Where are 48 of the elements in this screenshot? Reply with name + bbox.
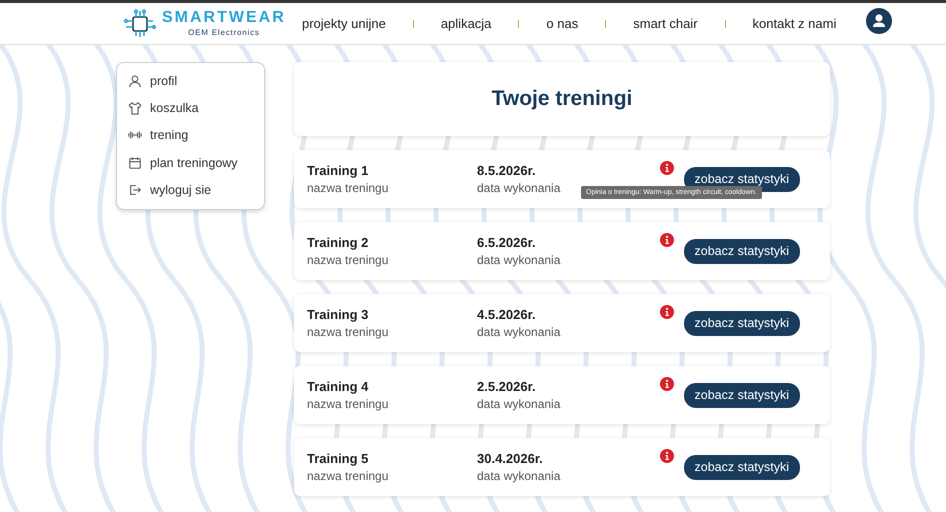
training-label: nazwa treningu — [307, 253, 388, 267]
sidebar-menu-item[interactable]: profil — [117, 67, 264, 94]
info-icon[interactable] — [660, 449, 674, 463]
nav-link[interactable]: kontakt z nami — [752, 16, 836, 31]
date-label: data wykonania — [477, 181, 560, 195]
training-label: nazwa treningu — [307, 325, 388, 339]
training-name: Training 1 — [307, 163, 368, 178]
view-statistics-button[interactable]: zobacz statystyki — [684, 454, 800, 480]
info-icon[interactable] — [660, 161, 674, 175]
page-title: Twoje treningi — [492, 87, 632, 111]
date-label: data wykonania — [477, 325, 560, 339]
user-icon — [128, 74, 142, 88]
training-label: nazwa treningu — [307, 181, 388, 195]
nav-link[interactable]: smart chair — [633, 16, 698, 31]
nav-link[interactable]: projekty unijne — [302, 16, 386, 31]
sidebar-menu-item[interactable]: wyloguj sie — [117, 176, 264, 204]
training-date: 8.5.2026r. — [477, 163, 536, 178]
nav-link[interactable]: aplikacja — [440, 16, 492, 31]
shirt-icon — [128, 100, 142, 115]
training-name: Training 3 — [307, 307, 368, 322]
brand-name: SMARTWEAR — [162, 10, 286, 26]
chip-logo-icon — [124, 8, 156, 38]
training-date: 4.5.2026r. — [477, 307, 536, 322]
date-label: data wykonania — [477, 469, 560, 483]
brand-tagline: OEM Electronics — [187, 28, 261, 37]
sidebar-menu-item[interactable]: koszulka — [117, 94, 264, 122]
training-name: Training 2 — [307, 235, 368, 250]
training-label: nazwa treningu — [307, 397, 388, 411]
user-avatar-icon[interactable] — [866, 8, 892, 34]
info-icon[interactable] — [660, 377, 674, 391]
view-statistics-button[interactable]: zobacz statystyki — [684, 310, 800, 336]
training-date: 30.4.2026r. — [477, 451, 543, 466]
nav-link[interactable]: o nas — [546, 16, 578, 31]
logout-icon — [128, 182, 142, 197]
sidebar-menu-item[interactable]: trening — [117, 122, 264, 149]
sidebar-menu-item[interactable]: plan treningowy — [117, 148, 264, 176]
training-date: 6.5.2026r. — [477, 235, 536, 250]
date-label: data wykonania — [477, 253, 560, 267]
training-date: 2.5.2026r. — [477, 379, 536, 394]
view-statistics-button[interactable]: zobacz statystyki — [684, 382, 800, 408]
date-label: data wykonania — [477, 397, 560, 411]
calendar-icon — [128, 156, 142, 170]
info-icon[interactable] — [660, 305, 674, 319]
training-name: Training 4 — [307, 379, 368, 394]
view-statistics-button[interactable]: zobacz statystyki — [684, 238, 800, 264]
training-label: nazwa treningu — [307, 469, 388, 483]
info-icon[interactable] — [660, 233, 674, 247]
training-name: Training 5 — [307, 451, 368, 466]
